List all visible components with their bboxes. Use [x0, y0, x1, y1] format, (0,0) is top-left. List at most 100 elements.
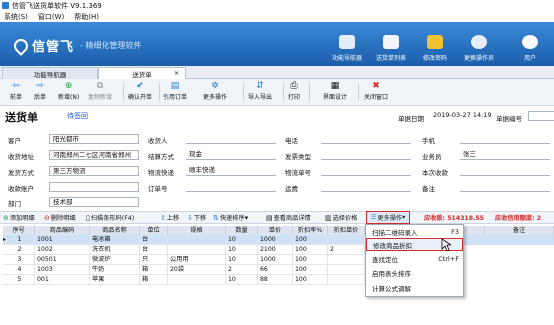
- cell-disc[interactable]: 100: [293, 265, 328, 275]
- cell-code[interactable]: 001: [35, 275, 90, 285]
- col-price[interactable]: 单价: [258, 226, 293, 235]
- more-actions-button[interactable]: ✲ 更多操作: [203, 81, 227, 105]
- phone-field[interactable]: [321, 134, 411, 144]
- waybill-field[interactable]: [321, 166, 411, 176]
- cell-price[interactable]: 66: [258, 265, 293, 275]
- cell-seq[interactable]: 5: [3, 275, 35, 285]
- cell-dprice[interactable]: [328, 235, 365, 245]
- col-seq[interactable]: 序号: [3, 226, 35, 235]
- mobile-field[interactable]: [460, 134, 550, 144]
- date-field[interactable]: 2019-03-27 14:19: [430, 111, 496, 121]
- cell-disc[interactable]: 100: [293, 275, 328, 285]
- cell-spec[interactable]: 公用用: [168, 255, 226, 265]
- customer-field[interactable]: 阳光都市: [49, 134, 139, 144]
- cell-code[interactable]: 1002: [35, 245, 90, 255]
- cell-code[interactable]: 1001: [35, 235, 90, 245]
- ref-order-button[interactable]: ▤ 引用订单: [163, 81, 187, 105]
- cell-name[interactable]: 洗衣机: [90, 245, 140, 255]
- cell-seq[interactable]: 1: [3, 235, 35, 245]
- settle-field[interactable]: 现金: [186, 150, 276, 160]
- cell-spec[interactable]: [168, 245, 226, 255]
- user-button[interactable]: 用户: [506, 26, 554, 62]
- cell-code[interactable]: 00501: [35, 255, 90, 265]
- cell-unit[interactable]: 箱: [140, 275, 168, 285]
- cell-price[interactable]: 2100: [258, 245, 293, 255]
- cell-code[interactable]: 1003: [35, 265, 90, 275]
- cell-disc[interactable]: 100: [293, 255, 328, 265]
- cell-disc[interactable]: 100: [293, 235, 328, 245]
- col-discount-price[interactable]: 折扣单价: [328, 226, 365, 235]
- cell-dprice[interactable]: 2: [328, 245, 365, 255]
- print-button[interactable]: ⎙ 打印: [288, 81, 300, 105]
- freight-field[interactable]: [321, 182, 411, 192]
- col-code[interactable]: 商品编码: [35, 226, 90, 235]
- cell-unit[interactable]: 箱: [140, 265, 168, 275]
- cell-name[interactable]: 牛奶: [90, 265, 140, 275]
- cell-dprice[interactable]: [328, 265, 365, 275]
- col-discount[interactable]: 折扣率%: [293, 226, 328, 235]
- collect-field[interactable]: [460, 166, 550, 176]
- menu-item-scan-qr[interactable]: 扫描二维码录入 F3: [366, 225, 463, 238]
- list-button[interactable]: 送货单列表: [369, 26, 413, 62]
- col-unit[interactable]: 单位: [140, 226, 168, 235]
- cell-dprice[interactable]: [328, 275, 365, 285]
- scan-barcode-button[interactable]: ▯ 扫描条形码(F4): [86, 213, 134, 223]
- move-up-button[interactable]: ⇧ 上移: [160, 213, 179, 223]
- import-export-button[interactable]: ⇵ 导入导出: [248, 81, 272, 105]
- cell-qty[interactable]: 10: [226, 255, 258, 265]
- cell-unit[interactable]: 台: [140, 235, 168, 245]
- orderno-field[interactable]: [186, 182, 276, 192]
- col-name[interactable]: 商品名称: [90, 226, 140, 235]
- cell-name[interactable]: 微波炉: [90, 255, 140, 265]
- cell-qty[interactable]: 2: [226, 265, 258, 275]
- cell-price[interactable]: 1000: [258, 235, 293, 245]
- cell-qty[interactable]: 10: [226, 275, 258, 285]
- change-password-button[interactable]: 修改密码: [413, 26, 457, 62]
- prev-button[interactable]: ⇦ 前单: [10, 81, 22, 105]
- cell-seq[interactable]: 4: [3, 265, 35, 275]
- account-field[interactable]: [49, 182, 139, 192]
- cell-qty[interactable]: 10: [226, 235, 258, 245]
- cell-seq[interactable]: 3: [3, 255, 35, 265]
- menu-window[interactable]: 窗口(W): [38, 12, 64, 22]
- address-field[interactable]: 河南郑州二七区河南省郑州: [49, 150, 139, 160]
- copy-new-button[interactable]: ⧉ 复制新增: [88, 81, 112, 105]
- ship-field[interactable]: 第三方物流: [49, 166, 139, 176]
- confirm-button[interactable]: ✔ 确认开单: [128, 81, 152, 105]
- switch-operator-button[interactable]: 更换操作员: [457, 26, 501, 62]
- menu-item-header-sort[interactable]: 启用表头排序: [366, 266, 463, 279]
- menu-system[interactable]: 系统(S): [4, 12, 28, 22]
- cell-seq[interactable]: 2: [3, 245, 35, 255]
- cell-price[interactable]: 1000: [258, 255, 293, 265]
- sales-field[interactable]: 张三: [460, 150, 550, 160]
- cell-name[interactable]: 电冰箱: [90, 235, 140, 245]
- cell-disc[interactable]: 100: [293, 245, 328, 255]
- design-button[interactable]: ▦ 界面设计: [323, 81, 347, 105]
- select-price-button[interactable]: ▥ 选择价格: [325, 213, 357, 223]
- add-row-button[interactable]: ⊕ 添加明细: [3, 213, 35, 223]
- delete-row-button[interactable]: ⊖ 删除明细: [44, 213, 76, 223]
- quick-sort-button[interactable]: ⇅ 快速排序 ▾: [213, 213, 249, 223]
- view-product-button[interactable]: ▤ 查看商品详情: [266, 213, 311, 223]
- menu-item-find[interactable]: 查找定位 Ctrl+F: [366, 252, 463, 265]
- cell-spec[interactable]: 20袋: [168, 265, 226, 275]
- cell-price[interactable]: 88: [258, 275, 293, 285]
- receiver-field[interactable]: [186, 134, 276, 144]
- dept-field[interactable]: 技术部: [49, 197, 139, 207]
- cell-dprice[interactable]: [328, 255, 365, 265]
- more-operations-button[interactable]: ☰ 更多操作 ▾: [366, 211, 410, 224]
- nav-button[interactable]: 功能导航器: [325, 26, 369, 62]
- doc-no-field[interactable]: [528, 111, 554, 121]
- cell-qty[interactable]: 10: [226, 245, 258, 255]
- close-tab-icon[interactable]: ×: [174, 70, 179, 77]
- cell-name[interactable]: 苹果: [90, 275, 140, 285]
- move-down-button[interactable]: ⇩ 下移: [187, 213, 206, 223]
- cell-spec[interactable]: [168, 235, 226, 245]
- col-spec[interactable]: 规格: [168, 226, 226, 235]
- new-button[interactable]: ⊕ 新增(N): [58, 81, 79, 105]
- cell-spec[interactable]: [168, 275, 226, 285]
- menu-item-formula[interactable]: 计算公式调解: [366, 281, 463, 294]
- menu-help[interactable]: 帮助(H): [74, 12, 99, 22]
- tab-delivery-note[interactable]: 送货单 ×: [98, 67, 186, 79]
- close-window-button[interactable]: ✖ 关闭窗口: [364, 81, 388, 105]
